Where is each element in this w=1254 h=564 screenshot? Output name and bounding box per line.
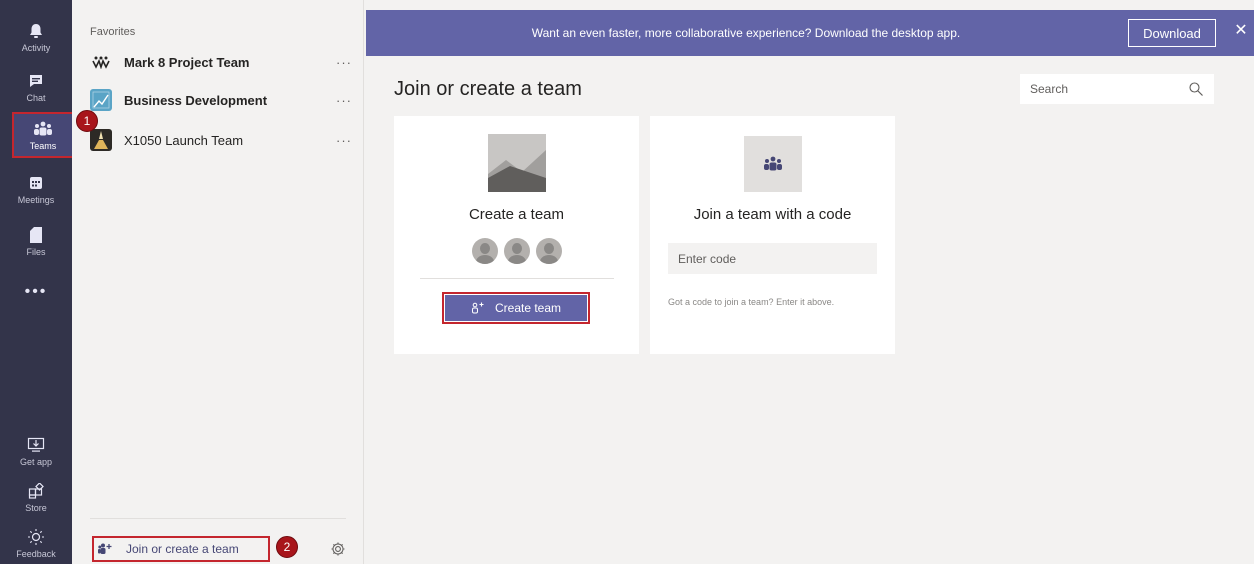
create-team-button[interactable]: Create team	[442, 292, 590, 324]
rail-label: Get app	[19, 456, 53, 467]
bell-icon	[26, 22, 46, 40]
search-placeholder: Search	[1030, 82, 1069, 96]
join-or-create-team-link[interactable]: Join or create a team	[92, 536, 270, 562]
rail-label: Chat	[26, 92, 46, 103]
callout-2: 2	[276, 536, 298, 558]
rail-item-store[interactable]: Store	[10, 474, 62, 520]
team-code-placeholder: Enter code	[678, 251, 737, 266]
rail-label: Activity	[21, 42, 51, 53]
rail-item-teams[interactable]: Teams	[12, 112, 74, 158]
rail-item-meetings[interactable]: Meetings	[10, 166, 62, 212]
team-row-x1050[interactable]: X1050 Launch Team ···	[90, 126, 352, 154]
rail-label: Files	[26, 246, 46, 257]
join-team-card: Join a team with a code Enter code Got a…	[650, 116, 895, 354]
store-icon	[26, 482, 46, 500]
teams-add-icon	[471, 302, 485, 314]
app-rail: Activity Chat Teams Meetings Files ••• G…	[0, 0, 74, 564]
teams-add-icon	[98, 542, 116, 556]
team-name: Mark 8 Project Team	[124, 54, 250, 70]
rail-item-chat[interactable]: Chat	[10, 64, 62, 110]
desktop-app-banner: Want an even faster, more collaborative …	[366, 10, 1254, 56]
avatar-group	[394, 238, 639, 264]
banner-text: Want an even faster, more collaborative …	[531, 26, 961, 40]
rail-label: Feedback	[16, 548, 56, 559]
teams-icon	[744, 136, 802, 192]
rail-label: Meetings	[17, 194, 55, 205]
page-title: Join or create a team	[394, 78, 582, 100]
divider	[90, 518, 346, 519]
rail-item-get-app[interactable]: Get app	[10, 428, 62, 474]
team-code-input[interactable]: Enter code	[668, 243, 877, 274]
avatar	[535, 238, 562, 264]
image-placeholder-icon	[488, 134, 546, 192]
rail-item-files[interactable]: Files	[10, 218, 62, 264]
download-icon	[26, 436, 46, 454]
teams-icon	[33, 120, 53, 138]
search-input[interactable]: Search	[1020, 74, 1214, 104]
rail-item-feedback[interactable]: Feedback	[10, 520, 62, 564]
team-row-business-development[interactable]: Business Development ···	[90, 86, 352, 114]
more-apps-icon[interactable]: •••	[0, 283, 72, 301]
avatar	[471, 238, 498, 264]
teams-panel: Favorites Mark 8 Project Team ··· Busine…	[72, 0, 364, 564]
more-options-icon[interactable]: ···	[332, 93, 352, 108]
gear-icon[interactable]	[330, 541, 346, 557]
callout-1: 1	[76, 110, 98, 132]
team-code-hint: Got a code to join a team? Enter it abov…	[668, 297, 835, 307]
file-icon	[26, 226, 46, 244]
avatar	[503, 238, 530, 264]
search-icon	[1188, 81, 1204, 97]
divider	[420, 278, 614, 279]
team-name: Business Development	[124, 92, 268, 108]
more-options-icon[interactable]: ···	[332, 133, 352, 148]
chat-icon	[26, 72, 46, 90]
download-button[interactable]: Download	[1128, 19, 1216, 47]
team-avatar	[90, 51, 112, 73]
create-team-title: Create a team	[468, 206, 565, 223]
team-avatar	[90, 89, 112, 111]
team-avatar	[90, 129, 112, 151]
lightbulb-icon	[26, 528, 46, 546]
rail-label: Store	[25, 502, 47, 513]
rail-label: Teams	[29, 140, 57, 151]
more-options-icon[interactable]: ···	[332, 55, 352, 70]
join-team-title: Join a team with a code	[693, 206, 852, 223]
close-icon[interactable]: ✕	[1232, 22, 1250, 40]
team-name: X1050 Launch Team	[124, 132, 244, 148]
rail-item-activity[interactable]: Activity	[10, 14, 62, 60]
create-team-label: Create team	[494, 301, 562, 315]
team-row-mark8[interactable]: Mark 8 Project Team ···	[90, 48, 352, 76]
calendar-icon	[26, 174, 46, 192]
create-team-card: Create a team Create team	[394, 116, 639, 354]
favorites-label: Favorites	[90, 26, 136, 38]
join-link-label: Join or create a team	[126, 542, 239, 556]
